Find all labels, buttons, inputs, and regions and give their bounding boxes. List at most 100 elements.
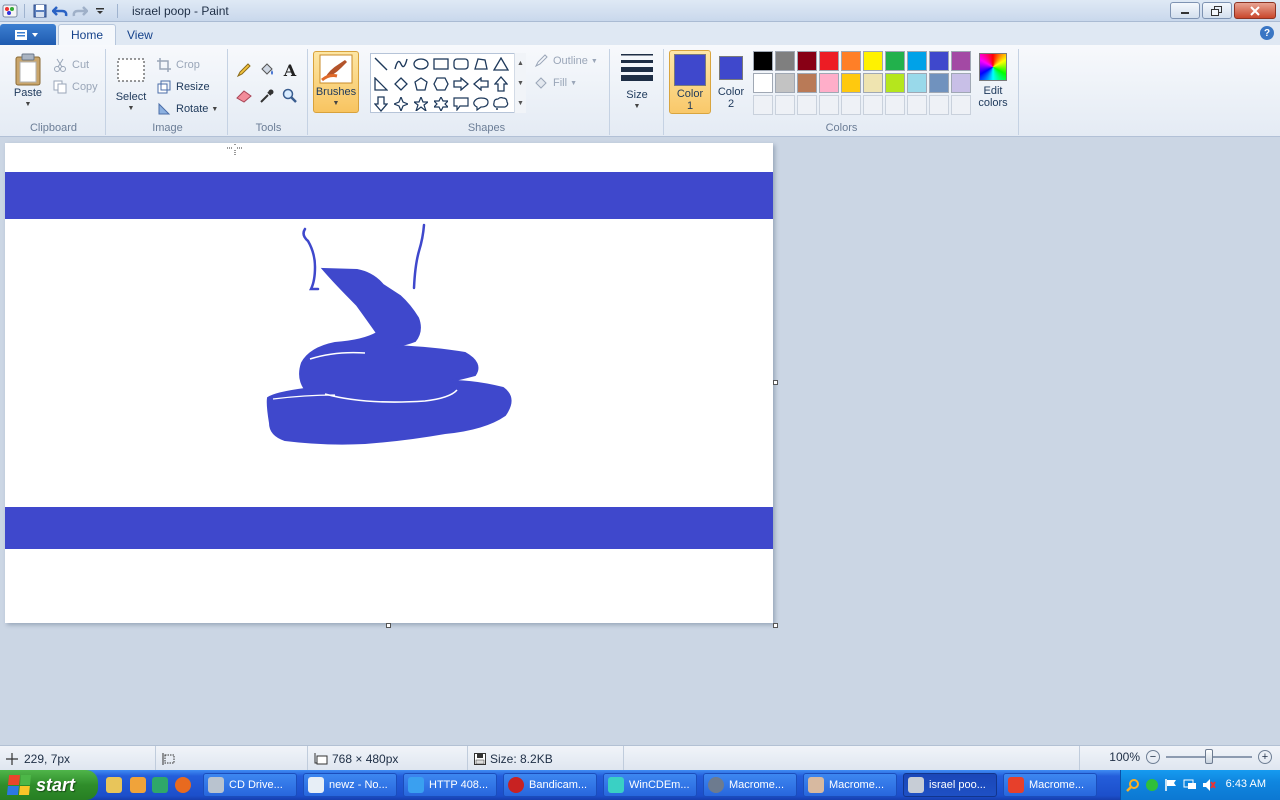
gallery-expand-icon: ▼ bbox=[517, 99, 524, 107]
firefox-quicklaunch-icon[interactable] bbox=[175, 777, 191, 793]
resize-button[interactable]: Resize bbox=[156, 77, 210, 97]
left-arrow-shape-icon[interactable] bbox=[471, 74, 491, 94]
copy-button[interactable]: Copy bbox=[52, 77, 98, 97]
crop-button[interactable]: Crop bbox=[156, 55, 200, 75]
brushes-dropdown-icon[interactable]: ▼ bbox=[333, 98, 340, 110]
six-point-star-shape-icon[interactable] bbox=[431, 94, 451, 114]
redo-icon[interactable] bbox=[71, 2, 89, 20]
taskbar-item-macromedia-2[interactable]: Macrome... bbox=[803, 773, 897, 797]
rotate-label: Rotate bbox=[176, 103, 209, 115]
tab-view[interactable]: View bbox=[115, 24, 165, 45]
colors-group: Colors bbox=[665, 49, 1019, 135]
taskbar-item-paint[interactable]: israel poo... bbox=[903, 773, 997, 797]
hexagon-shape-icon[interactable] bbox=[431, 74, 451, 94]
flag-icon[interactable] bbox=[1164, 778, 1178, 792]
search-icon[interactable] bbox=[1126, 778, 1140, 792]
zoom-slider-thumb[interactable] bbox=[1205, 749, 1213, 764]
windows-flag-icon bbox=[6, 775, 32, 795]
text-tool-icon[interactable]: A bbox=[279, 59, 301, 81]
cloud-callout-shape-icon[interactable] bbox=[491, 94, 511, 114]
select-button[interactable]: Select ▼ bbox=[114, 57, 148, 115]
pencil-icon[interactable] bbox=[233, 59, 255, 81]
rectangle-shape-icon[interactable] bbox=[431, 54, 451, 74]
network-icon[interactable] bbox=[1183, 778, 1197, 792]
taskbar-item-cd-drive[interactable]: CD Drive... bbox=[203, 773, 297, 797]
fill-button[interactable]: Fill ▼ bbox=[533, 73, 577, 93]
taskbar-item-ie[interactable]: HTTP 408... bbox=[403, 773, 497, 797]
zoom-slider[interactable] bbox=[1166, 749, 1252, 764]
task-label: israel poo... bbox=[929, 779, 986, 791]
ribbon: Paste ▼ Cut Copy Clipboard Select ▼ Crop… bbox=[0, 45, 1280, 137]
five-point-star-shape-icon[interactable] bbox=[411, 94, 431, 114]
triangle-shape-icon[interactable] bbox=[491, 54, 511, 74]
fill-label: Fill bbox=[553, 77, 568, 89]
outline-button[interactable]: Outline ▼ bbox=[533, 51, 598, 71]
line-shape-icon[interactable] bbox=[371, 54, 391, 74]
size-button[interactable]: Size ▼ bbox=[616, 51, 658, 113]
volume-muted-icon[interactable] bbox=[1202, 778, 1216, 792]
window-title: israel poop - Paint bbox=[132, 3, 229, 18]
resize-handle-bottom[interactable] bbox=[386, 623, 391, 628]
paste-dropdown-icon[interactable]: ▼ bbox=[25, 99, 32, 111]
rotate-button[interactable]: Rotate ▼ bbox=[156, 99, 218, 119]
crop-label: Crop bbox=[176, 59, 200, 71]
pentagon-shape-icon[interactable] bbox=[411, 74, 431, 94]
start-button[interactable]: start bbox=[0, 770, 98, 800]
cursor-position-icon bbox=[6, 752, 18, 765]
taskbar-item-notepad[interactable]: newz - No... bbox=[303, 773, 397, 797]
status-spacer bbox=[624, 746, 1080, 771]
browser-quicklaunch-icon[interactable] bbox=[152, 777, 168, 793]
explorer-quicklaunch-icon[interactable] bbox=[106, 777, 122, 793]
down-arrow-shape-icon[interactable] bbox=[371, 94, 391, 114]
close-button[interactable] bbox=[1234, 2, 1276, 19]
internet-explorer-icon bbox=[408, 777, 424, 793]
right-triangle-shape-icon[interactable] bbox=[371, 74, 391, 94]
macromedia-icon bbox=[808, 777, 824, 793]
paste-button[interactable]: Paste ▼ bbox=[8, 53, 48, 111]
cut-button[interactable]: Cut bbox=[52, 55, 89, 75]
macromedia-icon bbox=[708, 777, 724, 793]
help-icon[interactable]: ? bbox=[1260, 26, 1274, 40]
taskbar-item-macromedia-1[interactable]: Macrome... bbox=[703, 773, 797, 797]
rect-callout-shape-icon[interactable] bbox=[451, 94, 471, 114]
cd-drive-icon bbox=[208, 777, 224, 793]
drawing-canvas[interactable] bbox=[5, 143, 773, 623]
resize-handle-right[interactable] bbox=[773, 380, 778, 385]
tab-home[interactable]: Home bbox=[58, 24, 117, 45]
color-picker-icon[interactable] bbox=[256, 85, 278, 107]
media-quicklaunch-icon[interactable] bbox=[130, 777, 146, 793]
rounded-rectangle-shape-icon[interactable] bbox=[451, 54, 471, 74]
oval-callout-shape-icon[interactable] bbox=[471, 94, 491, 114]
save-icon[interactable] bbox=[31, 2, 49, 20]
green-status-icon[interactable] bbox=[1145, 778, 1159, 792]
undo-icon[interactable] bbox=[51, 2, 69, 20]
taskbar-item-wincdemu[interactable]: WinCDEm... bbox=[603, 773, 697, 797]
fill-bucket-icon[interactable] bbox=[256, 59, 278, 81]
oval-shape-icon[interactable] bbox=[411, 54, 431, 74]
select-dropdown-icon[interactable]: ▼ bbox=[128, 103, 135, 115]
curve-shape-icon[interactable] bbox=[391, 54, 411, 74]
task-label: HTTP 408... bbox=[429, 779, 489, 791]
zoom-out-button[interactable]: − bbox=[1146, 750, 1160, 764]
restore-button[interactable] bbox=[1202, 2, 1232, 19]
brushes-button[interactable]: Brushes ▼ bbox=[313, 51, 359, 113]
eraser-icon[interactable] bbox=[233, 85, 255, 107]
four-point-star-shape-icon[interactable] bbox=[391, 94, 411, 114]
minimize-button[interactable] bbox=[1170, 2, 1200, 19]
up-arrow-shape-icon[interactable] bbox=[491, 74, 511, 94]
resize-handle-corner[interactable] bbox=[773, 623, 778, 628]
polygon-shape-icon[interactable] bbox=[471, 54, 491, 74]
paint-menu-button[interactable] bbox=[0, 24, 56, 45]
magnifier-icon[interactable] bbox=[279, 85, 301, 107]
line-width-icon bbox=[621, 54, 653, 81]
canvas-size: 768 × 480px bbox=[332, 751, 399, 766]
paint-app-icon[interactable] bbox=[2, 3, 18, 19]
diamond-shape-icon[interactable] bbox=[391, 74, 411, 94]
qat-customize-icon[interactable] bbox=[91, 2, 109, 20]
zoom-in-button[interactable]: + bbox=[1258, 750, 1272, 764]
taskbar-item-macromedia-3[interactable]: Macrome... bbox=[1003, 773, 1097, 797]
right-arrow-shape-icon[interactable] bbox=[451, 74, 471, 94]
size-dropdown-icon[interactable]: ▼ bbox=[634, 101, 641, 113]
shapes-scrollbar[interactable]: ▲ ▼ ▼ bbox=[514, 53, 526, 113]
taskbar-item-bandicam[interactable]: Bandicam... bbox=[503, 773, 597, 797]
